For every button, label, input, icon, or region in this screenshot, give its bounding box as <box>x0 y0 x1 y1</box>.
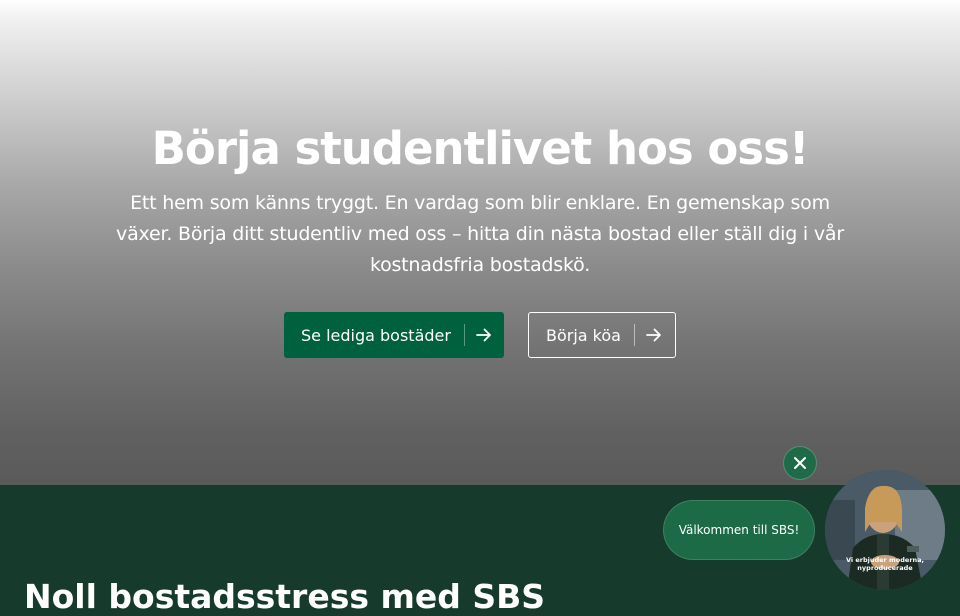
close-widget-button[interactable] <box>783 446 817 480</box>
hero-subtitle: Ett hem som känns tryggt. En vardag som … <box>116 192 844 276</box>
available-housing-button-label: Se lediga bostäder <box>301 325 451 345</box>
video-thumbnail-image <box>825 470 945 590</box>
video-caption: Vi erbjuder moderna, nyproducerade <box>845 556 925 572</box>
available-housing-button[interactable]: Se lediga bostäder <box>284 312 504 358</box>
hero-section: Börja studentlivet hos oss! Ett hem som … <box>0 0 960 485</box>
start-queue-button[interactable]: Börja köa <box>528 312 676 358</box>
close-icon <box>794 457 806 469</box>
welcome-text: Välkommen till SBS! <box>678 523 800 537</box>
button-divider <box>463 324 465 346</box>
arrow-right-icon <box>476 328 491 342</box>
video-avatar[interactable]: Vi erbjuder moderna, nyproducerade <box>825 470 945 590</box>
welcome-bubble[interactable]: Välkommen till SBS! <box>663 500 815 560</box>
section-heading: Noll bostadsstress med SBS <box>24 577 546 616</box>
intro-section: Noll bostadsstress med SBS <box>0 485 960 616</box>
button-divider <box>633 324 635 346</box>
hero-title: Börja studentlivet hos oss! <box>151 122 810 175</box>
arrow-right-icon <box>646 328 661 342</box>
start-queue-button-label: Börja köa <box>546 325 621 345</box>
